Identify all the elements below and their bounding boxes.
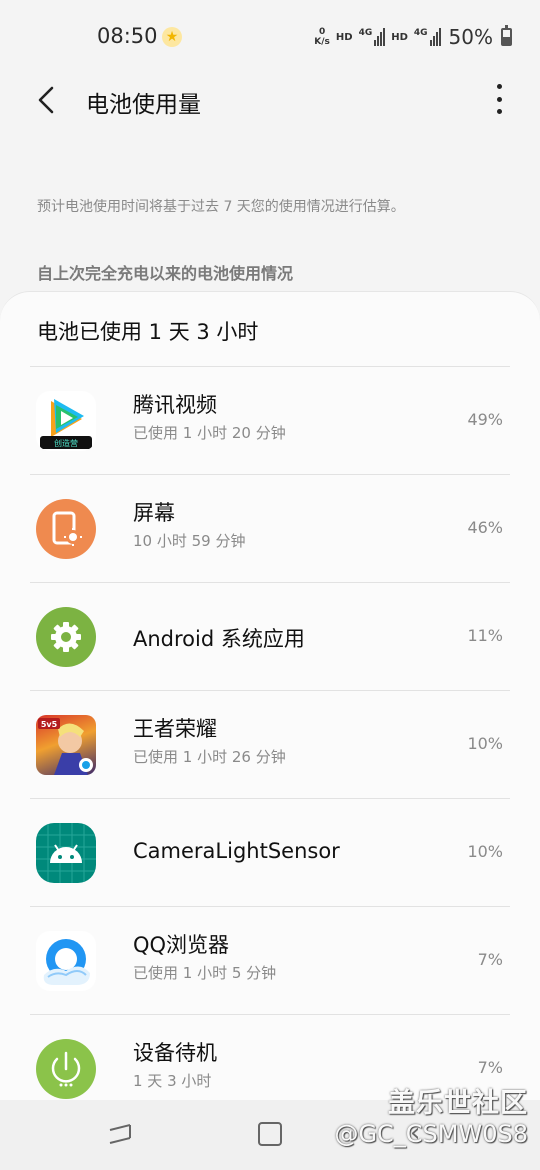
app-name: 王者荣耀 xyxy=(133,717,217,741)
chevron-left-icon xyxy=(38,86,54,114)
status-indicators: 0 K/s HD 4G HD 4G 50% xyxy=(314,22,512,52)
tencent-video-icon-badge: 创造营 xyxy=(54,438,78,448)
battery-percent: 50% xyxy=(448,25,493,49)
more-options-button[interactable] xyxy=(494,84,504,114)
power-icon xyxy=(36,1039,96,1099)
honor-of-kings-icon-badge: 5v5 xyxy=(41,720,58,729)
qq-browser-icon xyxy=(36,931,96,991)
battery-icon xyxy=(501,25,512,46)
app-row-qq-browser[interactable]: QQ浏览器 已使用 1 小时 5 分钟 7% xyxy=(0,907,540,1015)
watermark-title: 盖乐世社区 xyxy=(388,1088,528,1119)
signal-icon-2: 4G xyxy=(414,28,441,46)
app-row-screen[interactable]: 屏幕 10 小时 59 分钟 46% xyxy=(0,475,540,583)
net-speed: 0 K/s xyxy=(314,27,330,47)
app-usage-time: 已使用 1 小时 5 分钟 xyxy=(133,964,277,982)
usage-summary: 电池已使用 1 天 3 小时 xyxy=(37,320,259,344)
app-percent: 7% xyxy=(477,950,503,969)
more-dot xyxy=(496,84,502,89)
more-dot xyxy=(496,96,502,102)
app-row-tencent-video[interactable]: 创造营 腾讯视频 已使用 1 小时 20 分钟 49% xyxy=(0,367,540,475)
hd-label-1: HD xyxy=(335,31,353,43)
app-percent: 10% xyxy=(467,842,503,861)
net-speed-unit: K/s xyxy=(314,37,330,47)
battery-usage-card: 电池已使用 1 天 3 小时 创造营 腾讯视频 已使用 1 小时 20 分钟 4… xyxy=(0,291,540,1101)
network-type-1: 4G xyxy=(358,28,373,38)
app-name: Android 系统应用 xyxy=(133,627,305,651)
back-button[interactable] xyxy=(30,82,66,118)
app-row-android-system[interactable]: Android 系统应用 11% xyxy=(0,583,540,691)
watermark-handle: @GC_CSMW0S8 xyxy=(334,1120,528,1148)
more-dot xyxy=(496,109,502,114)
page-title: 电池使用量 xyxy=(86,92,201,118)
recent-apps-button[interactable] xyxy=(108,1122,132,1146)
estimate-note: 预计电池使用时间将基于过去 7 天您的使用情况进行估算。 xyxy=(37,199,405,215)
app-percent: 11% xyxy=(467,626,503,645)
app-usage-time: 已使用 1 小时 26 分钟 xyxy=(133,748,286,766)
signal-icon-1: 4G xyxy=(359,28,386,46)
app-name: 腾讯视频 xyxy=(133,393,217,417)
hd-label-2: HD xyxy=(391,31,408,43)
honor-of-kings-icon: 5v5 xyxy=(36,715,96,775)
recent-apps-icon xyxy=(109,1124,131,1144)
app-row-honor-of-kings[interactable]: 5v5 王者荣耀 已使用 1 小时 26 分钟 10% xyxy=(0,691,540,799)
app-name: CameraLightSensor xyxy=(133,839,340,863)
status-time: 08:50 xyxy=(97,24,158,48)
home-button[interactable] xyxy=(258,1122,282,1146)
app-percent: 49% xyxy=(467,410,503,429)
app-name: QQ浏览器 xyxy=(133,933,230,957)
app-percent: 46% xyxy=(467,518,503,537)
app-name: 设备待机 xyxy=(133,1041,217,1065)
app-name: 屏幕 xyxy=(133,501,175,525)
app-header: 电池使用量 xyxy=(0,72,540,128)
tencent-video-icon: 创造营 xyxy=(36,391,96,451)
network-type-2: 4G xyxy=(413,28,428,38)
app-usage-time: 10 小时 59 分钟 xyxy=(133,532,246,550)
app-usage-time: 1 天 3 小时 xyxy=(133,1072,212,1090)
android-icon xyxy=(36,823,96,883)
app-percent: 7% xyxy=(477,1058,503,1077)
app-usage-time: 已使用 1 小时 20 分钟 xyxy=(133,424,286,442)
section-label: 自上次完全充电以来的电池使用情况 xyxy=(37,264,294,283)
app-percent: 10% xyxy=(467,734,503,753)
screen-icon xyxy=(36,499,96,559)
gear-icon xyxy=(36,607,96,667)
net-speed-value: 0 xyxy=(318,27,326,37)
status-bar: 08:50 ★ 0 K/s HD 4G HD 4G 50% xyxy=(0,0,540,72)
star-notification-icon: ★ xyxy=(162,27,182,47)
app-row-camera-light-sensor[interactable]: CameraLightSensor 10% xyxy=(0,799,540,907)
